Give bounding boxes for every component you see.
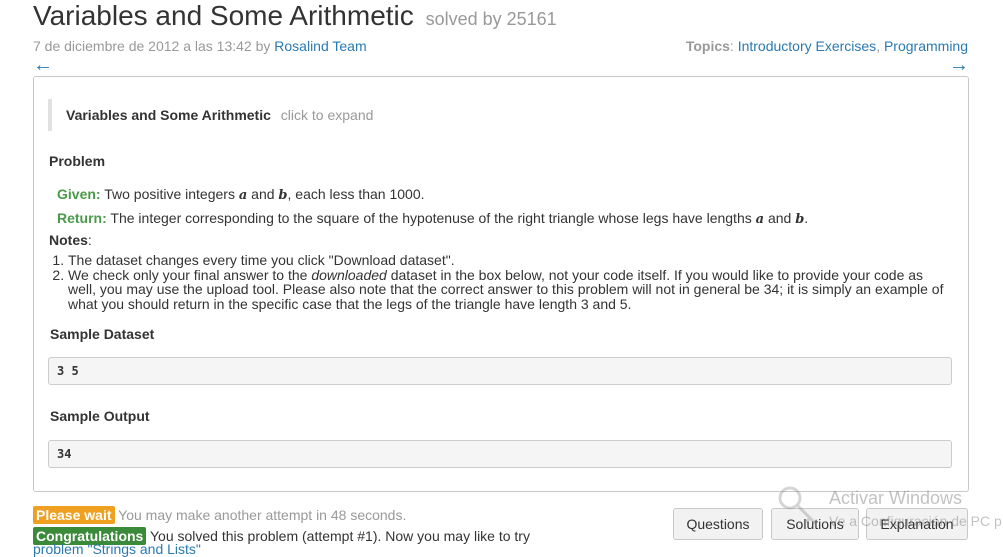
topic-link-programming[interactable]: Programming: [884, 38, 968, 54]
problem-title: Variables and Some Arithmetic: [33, 0, 414, 31]
sample-output-heading: Sample Output: [50, 408, 150, 424]
return-text: The integer corresponding to the square …: [110, 210, 752, 226]
topic-link-introductory[interactable]: Introductory Exercises: [738, 38, 877, 54]
problem-meta: 7 de diciembre de 2012 a las 13:42 by Ro…: [33, 38, 367, 54]
return-paragraph: Return: The integer corresponding to the…: [57, 210, 808, 227]
questions-button[interactable]: Questions: [673, 508, 763, 540]
note-item-1: The dataset changes every time you click…: [68, 253, 948, 268]
topics: Topics: Introductory Exercises, Programm…: [686, 38, 968, 54]
topics-separator: :: [729, 38, 734, 54]
next-problem-line: problem "Strings and Lists": [33, 541, 201, 557]
return-var-a: a: [755, 212, 765, 227]
topics-label: Topics: [685, 38, 730, 54]
given-text: Two positive integers: [104, 186, 235, 202]
sample-dataset-heading: Sample Dataset: [50, 326, 155, 342]
solved-count: solved by 25161: [425, 9, 557, 29]
wait-text: You may make another attempt in 48 secon…: [118, 507, 407, 523]
return-and: and: [767, 210, 792, 226]
given-paragraph: Given: Two positive integers a and b, ea…: [57, 186, 425, 203]
next-problem-link[interactable]: problem "Strings and Lists": [33, 541, 201, 557]
var-b: b: [278, 188, 288, 203]
activate-windows-title: Activar Windows: [829, 488, 963, 508]
given-text-end: , each less than 1000.: [287, 186, 425, 202]
activate-windows-subtitle: Ve a Configuración de PC p: [829, 513, 1002, 529]
return-end: .: [804, 210, 809, 226]
notes-heading: Notes: [49, 232, 88, 248]
sample-dataset-box: 3 5: [48, 357, 952, 385]
page-title: Variables and Some Arithmetic solved by …: [33, 0, 557, 32]
author-link[interactable]: Rosalind Team: [274, 38, 366, 54]
expand-toggle[interactable]: Variables and Some Arithmetic click to e…: [48, 99, 948, 131]
return-label: Return:: [57, 210, 107, 226]
prev-problem-arrow-icon[interactable]: ←: [33, 54, 53, 77]
expander-title: Variables and Some Arithmetic: [66, 107, 271, 123]
given-and: and: [251, 186, 275, 202]
expander-hint: click to expand: [280, 107, 374, 123]
notes-list: The dataset changes every time you click…: [48, 249, 948, 311]
wait-status: Please wait You may make another attempt…: [33, 506, 406, 524]
problem-heading: Problem: [49, 153, 106, 169]
problem-panel: Variables and Some Arithmetic click to e…: [33, 76, 969, 492]
notes-colon: :: [87, 232, 92, 248]
return-var-b: b: [795, 212, 805, 227]
given-label: Given:: [57, 186, 101, 202]
note-item-2: We check only your final answer to the d…: [68, 267, 948, 312]
sample-output-box: 34: [48, 440, 952, 468]
date-text: 7 de diciembre de 2012 a las 13:42 by: [33, 38, 271, 54]
key-icon: [774, 480, 824, 530]
next-problem-arrow-icon[interactable]: →: [949, 54, 969, 77]
wait-badge: Please wait: [33, 506, 115, 524]
topics-comma: ,: [876, 38, 881, 54]
notes-heading-row: Notes:: [49, 232, 92, 248]
var-a: a: [238, 188, 248, 203]
congrats-text: You solved this problem (attempt #1). No…: [149, 528, 530, 544]
